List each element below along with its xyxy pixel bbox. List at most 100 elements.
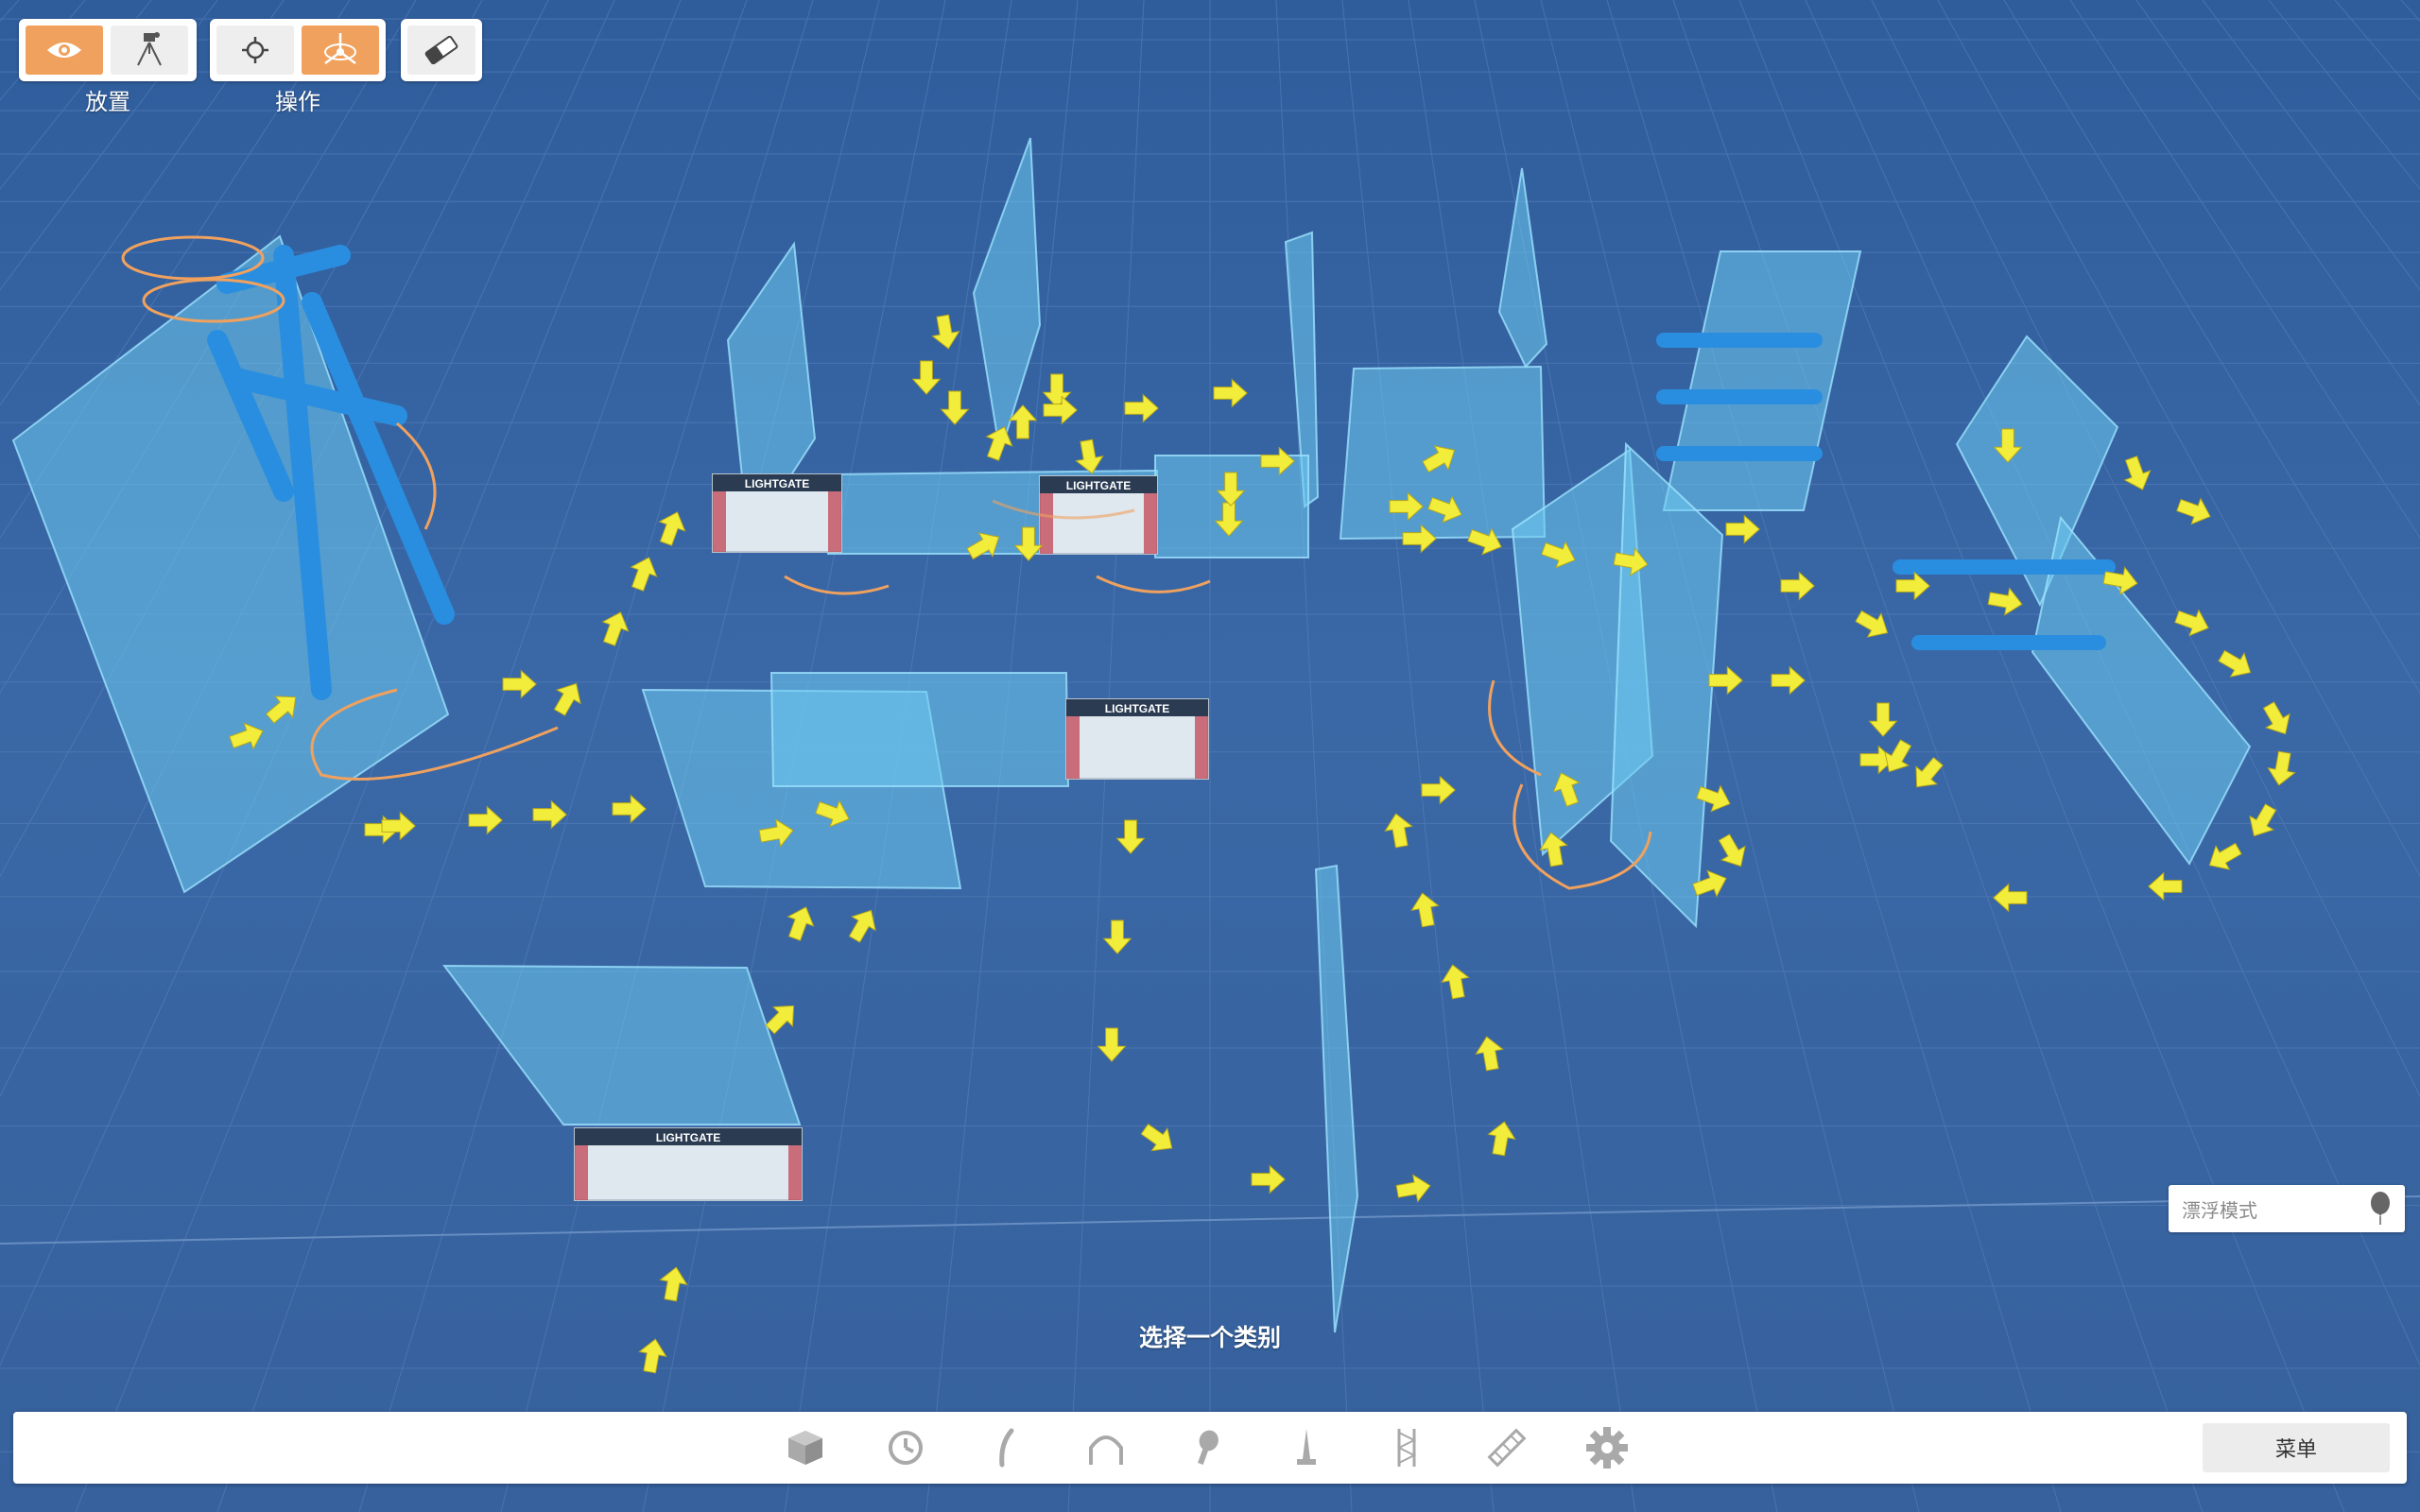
truss-icon — [1396, 1429, 1417, 1467]
track-scene[interactable]: LIGHTGATE LIGHTGATE LIGHTGATE LIGHTGATE — [0, 0, 2420, 1512]
path-arrow-shape — [1075, 438, 1104, 474]
grid-line — [0, 0, 20, 22]
path-arrow — [468, 805, 503, 835]
float-mode-label: 漂浮模式 — [2182, 1200, 2257, 1222]
grid-line — [0, 0, 152, 190]
path-arrow-shape — [468, 805, 503, 835]
path-arrow-shape — [2267, 750, 2296, 786]
path-arrow — [1395, 1174, 1431, 1203]
path-arrow-shape — [1140, 1123, 1173, 1152]
path-arrow-shape — [1384, 813, 1413, 849]
path-arrow-shape — [1124, 393, 1159, 423]
path-arrow — [1915, 756, 1944, 788]
flag-icon — [1297, 1429, 1316, 1465]
path-arrow-shape — [1868, 702, 1898, 737]
gate-post — [1195, 716, 1208, 779]
path-arrow-shape — [848, 909, 876, 943]
erase-toolbar — [401, 19, 482, 81]
path-arrow — [786, 906, 815, 941]
path-arrow-shape — [1771, 665, 1806, 696]
gate-brand-text: LIGHTGATE — [1066, 479, 1131, 492]
eye-icon — [47, 43, 81, 58]
category-cube[interactable] — [783, 1425, 828, 1470]
marker-icon — [1198, 1430, 1219, 1465]
category-pole[interactable] — [983, 1425, 1028, 1470]
gate-post — [713, 491, 726, 552]
category-bar: 菜单 — [13, 1412, 2407, 1484]
path-arrow — [1421, 775, 1456, 805]
path-arrow-shape — [1441, 964, 1470, 1000]
category-truss[interactable] — [1384, 1425, 1429, 1470]
balloon-icon — [2371, 1192, 2390, 1225]
gate-brand-text: LIGHTGATE — [656, 1131, 720, 1144]
rotation-arc — [1096, 575, 1211, 593]
air-panel — [1662, 250, 1862, 511]
move-gizmo-icon — [324, 33, 356, 64]
move-tool-button[interactable] — [302, 26, 379, 75]
category-settings[interactable] — [1584, 1425, 1630, 1470]
timer-icon — [889, 1431, 923, 1465]
path-arrow-shape — [2123, 455, 2152, 490]
place-group-label: 放置 — [85, 90, 130, 115]
path-arrow-shape — [553, 682, 581, 716]
path-arrow — [1987, 587, 2023, 616]
path-arrow — [1097, 1027, 1127, 1062]
gate-brand-text: LIGHTGATE — [1105, 702, 1169, 715]
3d-viewport[interactable]: LIGHTGATE LIGHTGATE LIGHTGATE LIGHTGATE 放置 — [0, 0, 2420, 1512]
path-arrow-shape — [2262, 701, 2290, 735]
path-arrow — [2174, 609, 2209, 637]
gate-post — [1144, 493, 1157, 554]
path-arrow-shape — [612, 794, 647, 824]
view-mode-button[interactable] — [26, 26, 103, 75]
path-arrow — [1115, 819, 1146, 854]
air-panel — [1497, 167, 1548, 369]
path-arrow — [911, 360, 942, 395]
path-arrow — [612, 794, 647, 824]
path-arrow-shape — [1987, 587, 2023, 616]
grid-line — [1738, 0, 2345, 1512]
float-mode-toggle[interactable]: 漂浮模式 — [2169, 1185, 2405, 1232]
path-arrow — [553, 682, 581, 716]
path-arrow — [502, 669, 537, 699]
operate-toolbar — [210, 19, 386, 81]
eraser-button[interactable] — [407, 26, 475, 75]
path-arrow-shape — [911, 360, 942, 395]
path-arrow-shape — [786, 906, 815, 941]
ring-marker — [121, 235, 265, 281]
path-arrow — [1771, 665, 1806, 696]
path-arrow — [1384, 813, 1413, 849]
menu-button[interactable]: 菜单 — [2203, 1423, 2390, 1472]
air-panel — [1609, 441, 1724, 929]
category-flag[interactable] — [1284, 1425, 1329, 1470]
category-arch[interactable] — [1083, 1425, 1129, 1470]
path-arrow-shape — [1993, 883, 2028, 913]
path-arrow — [848, 909, 876, 943]
path-arrow — [2208, 842, 2242, 870]
path-arrow — [532, 799, 567, 830]
grid-line — [1341, 0, 1495, 1512]
grid-line — [2334, 0, 2420, 101]
category-marker[interactable] — [1184, 1425, 1229, 1470]
rotation-arc — [784, 575, 890, 595]
path-arrow-shape — [2249, 803, 2277, 837]
camera-mode-button[interactable] — [111, 26, 188, 75]
path-arrow — [1441, 964, 1470, 1000]
path-arrow — [940, 390, 970, 425]
path-arrow-shape — [2174, 609, 2209, 637]
path-arrow — [659, 1266, 688, 1302]
path-arrow-shape — [1421, 775, 1456, 805]
path-arrow — [1487, 1121, 1516, 1157]
path-arrow — [931, 314, 960, 350]
gate-brand-text: LIGHTGATE — [745, 477, 809, 490]
gate-post — [1066, 716, 1080, 779]
path-arrow-shape — [2218, 649, 2252, 678]
path-arrow — [1993, 883, 2028, 913]
category-ramp[interactable] — [1484, 1425, 1530, 1470]
path-arrow — [2176, 497, 2211, 525]
path-arrow-shape — [2208, 842, 2242, 870]
path-arrow-shape — [1708, 665, 1743, 696]
path-arrow-shape — [1213, 378, 1248, 408]
category-timer[interactable] — [883, 1425, 928, 1470]
path-arrow — [1725, 514, 1760, 544]
select-tool-button[interactable] — [216, 26, 294, 75]
